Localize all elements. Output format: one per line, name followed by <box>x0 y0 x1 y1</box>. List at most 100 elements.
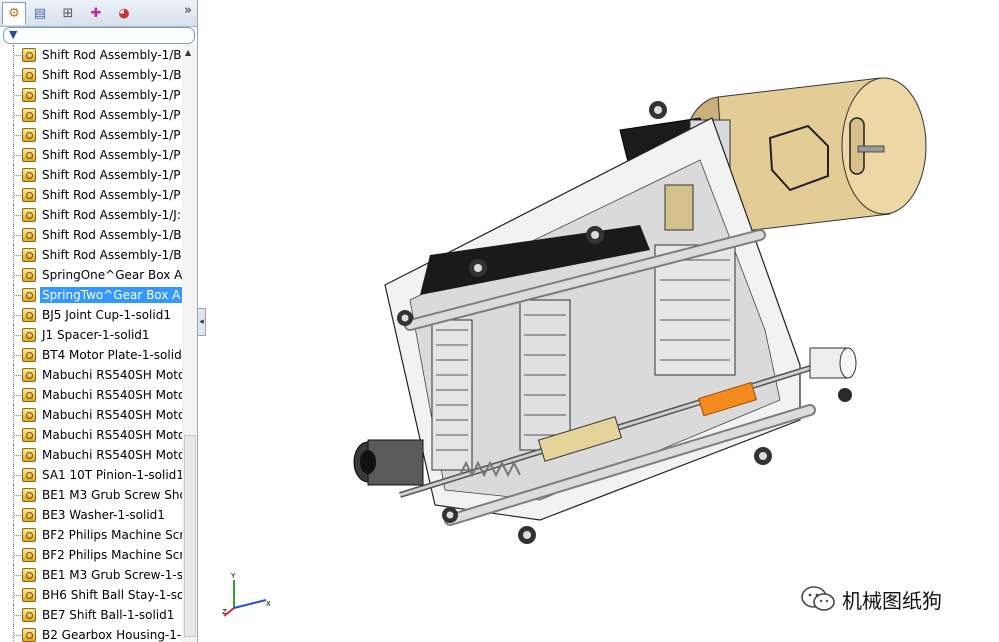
model-viewport[interactable] <box>205 0 999 642</box>
tree-item[interactable]: Shift Rod Assembly-1/P <box>0 125 182 145</box>
part-icon <box>22 208 36 222</box>
tree-item[interactable]: BT4 Motor Plate-1-solid <box>0 345 182 365</box>
tree-item[interactable]: Shift Rod Assembly-1/B <box>0 245 182 265</box>
tree-item[interactable]: Shift Rod Assembly-1/B <box>0 225 182 245</box>
tree-item-label: Mabuchi RS540SH Moto <box>42 388 183 402</box>
configuration-manager-tab[interactable]: ⊞ <box>56 2 80 25</box>
tree-guide-tick <box>14 635 21 636</box>
tree-item[interactable]: B2 Gearbox Housing-1- <box>0 625 182 642</box>
tree-guide-tick <box>14 595 21 596</box>
part-icon <box>22 588 36 602</box>
tree-item[interactable]: J1 Spacer-1-solid1 <box>0 325 182 345</box>
tree-item[interactable]: BE1 M3 Grub Screw-1-s <box>0 565 183 585</box>
scroll-up-arrow-icon[interactable]: ▲ <box>185 48 191 57</box>
tree-guide-tick <box>14 255 21 256</box>
tree-item[interactable]: BH6 Shift Ball Stay-1-so <box>0 585 183 605</box>
tree-item[interactable]: Mabuchi RS540SH Moto <box>0 445 183 465</box>
tree-item[interactable]: BF2 Philips Machine Scr <box>0 525 183 545</box>
more-tabs-button[interactable]: » <box>184 3 192 18</box>
tree-guide-tick <box>14 415 21 416</box>
tree-guide-tick <box>14 195 21 196</box>
part-icon <box>22 268 36 282</box>
tree-item-label: BE1 M3 Grub Screw-1-s <box>42 568 183 582</box>
tree-scrollbar[interactable]: ▲ <box>182 45 197 642</box>
tree-item[interactable]: Shift Rod Assembly-1/P <box>0 145 182 165</box>
tree-item[interactable]: SA1 10T Pinion-1-solid1 <box>0 465 183 485</box>
tree-item-label: Shift Rod Assembly-1/P <box>42 128 181 142</box>
property-manager-tab[interactable]: ▤ <box>28 2 52 25</box>
feature-tree: Shift Rod Assembly-1/B Shift Rod Assembly… <box>0 45 183 642</box>
tree-item-label: Shift Rod Assembly-1/P <box>42 88 181 102</box>
tree-item[interactable]: Shift Rod Assembly-1/P <box>0 185 182 205</box>
dimxpert-tab[interactable]: ✚ <box>84 2 108 25</box>
triad-z-label: Z <box>222 608 227 616</box>
orientation-triad: Y X Z <box>222 572 271 617</box>
part-icon <box>22 628 36 642</box>
part-icon <box>22 488 36 502</box>
tree-item-label: BE3 Washer-1-solid1 <box>42 508 165 522</box>
tree-guide-tick <box>14 375 21 376</box>
part-icon <box>22 368 36 382</box>
display-manager-tab[interactable]: ◕ <box>112 2 136 25</box>
tree-item-label: BE7 Shift Ball-1-solid1 <box>42 608 175 622</box>
tree-item[interactable]: BE3 Washer-1-solid1 <box>0 505 182 525</box>
tree-guide-line <box>13 625 15 642</box>
tree-item[interactable]: BJ5 Joint Cup-1-solid1 <box>0 305 182 325</box>
tree-item-label: BE1 M3 Grub Screw Sho <box>42 488 183 502</box>
tree-guide-tick <box>14 575 21 576</box>
tree-guide-tick <box>14 135 21 136</box>
configuration-manager-icon: ⊞ <box>62 6 74 21</box>
filter-icon: ▼ <box>9 28 18 41</box>
tree-item-label: Mabuchi RS540SH Moto <box>42 368 183 382</box>
display-manager-icon: ◕ <box>118 6 130 21</box>
tree-item[interactable]: Mabuchi RS540SH Moto <box>0 405 183 425</box>
panel-tab-bar: ⚙ ▤ ⊞ ✚ ◕ » <box>0 0 197 27</box>
tree-item[interactable]: SpringTwo^Gear Box A <box>0 285 183 305</box>
part-icon <box>22 428 36 442</box>
part-icon <box>22 248 36 262</box>
tree-item-label: J1 Spacer-1-solid1 <box>42 328 150 342</box>
part-icon <box>22 328 36 342</box>
tree-item-label: Mabuchi RS540SH Moto <box>42 408 183 422</box>
tree-item[interactable]: BF2 Philips Machine Scr <box>0 545 183 565</box>
tree-item-label: Shift Rod Assembly-1/B <box>42 48 182 62</box>
tree-item[interactable]: Mabuchi RS540SH Moto <box>0 385 183 405</box>
tree-item[interactable]: Mabuchi RS540SH Moto <box>0 365 183 385</box>
tree-guide-tick <box>14 455 21 456</box>
scroll-thumb[interactable] <box>184 435 196 637</box>
tree-item[interactable]: BE7 Shift Ball-1-solid1 <box>0 605 182 625</box>
part-icon <box>22 48 36 62</box>
tree-item-label: Shift Rod Assembly-1/P <box>42 168 181 182</box>
gear-stack-middle <box>519 299 571 451</box>
tree-item-label: Shift Rod Assembly-1/B <box>42 248 182 262</box>
part-icon <box>22 128 36 142</box>
tree-item[interactable]: Mabuchi RS540SH Moto <box>0 425 183 445</box>
tree-item[interactable]: Shift Rod Assembly-1/J: <box>0 205 182 225</box>
tree-guide-tick <box>14 495 21 496</box>
tree-item[interactable]: Shift Rod Assembly-1/P <box>0 165 182 185</box>
tree-item[interactable]: Shift Rod Assembly-1/P <box>0 85 182 105</box>
tree-item[interactable]: Shift Rod Assembly-1/P <box>0 105 182 125</box>
tree-guide-tick <box>14 175 21 176</box>
part-icon <box>22 348 36 362</box>
tree-guide-tick <box>14 295 21 296</box>
tree-guide-tick <box>14 115 21 116</box>
tree-guide-tick <box>14 395 21 396</box>
tree-guide-tick <box>14 355 21 356</box>
tree-item[interactable]: BE1 M3 Grub Screw Sho <box>0 485 183 505</box>
tree-guide-tick <box>14 515 21 516</box>
tree-item-label: Mabuchi RS540SH Moto <box>42 448 183 462</box>
tree-item-label: B2 Gearbox Housing-1- <box>42 628 182 642</box>
tree-guide-tick <box>14 275 21 276</box>
tree-item[interactable]: SpringOne^Gear Box A <box>0 265 182 285</box>
tree-item[interactable]: Shift Rod Assembly-1/B <box>0 65 182 85</box>
feature-manager-tab[interactable]: ⚙ <box>2 2 26 25</box>
tree-guide-tick <box>14 315 21 316</box>
triad-x-axis <box>233 599 267 609</box>
tree-item[interactable]: Shift Rod Assembly-1/B <box>0 45 182 65</box>
tree-item-label: Shift Rod Assembly-1/P <box>42 148 181 162</box>
part-icon <box>22 388 36 402</box>
part-icon <box>22 188 36 202</box>
filter-input[interactable]: ▼ <box>3 27 195 44</box>
tree-item-label: Shift Rod Assembly-1/B <box>42 228 182 242</box>
